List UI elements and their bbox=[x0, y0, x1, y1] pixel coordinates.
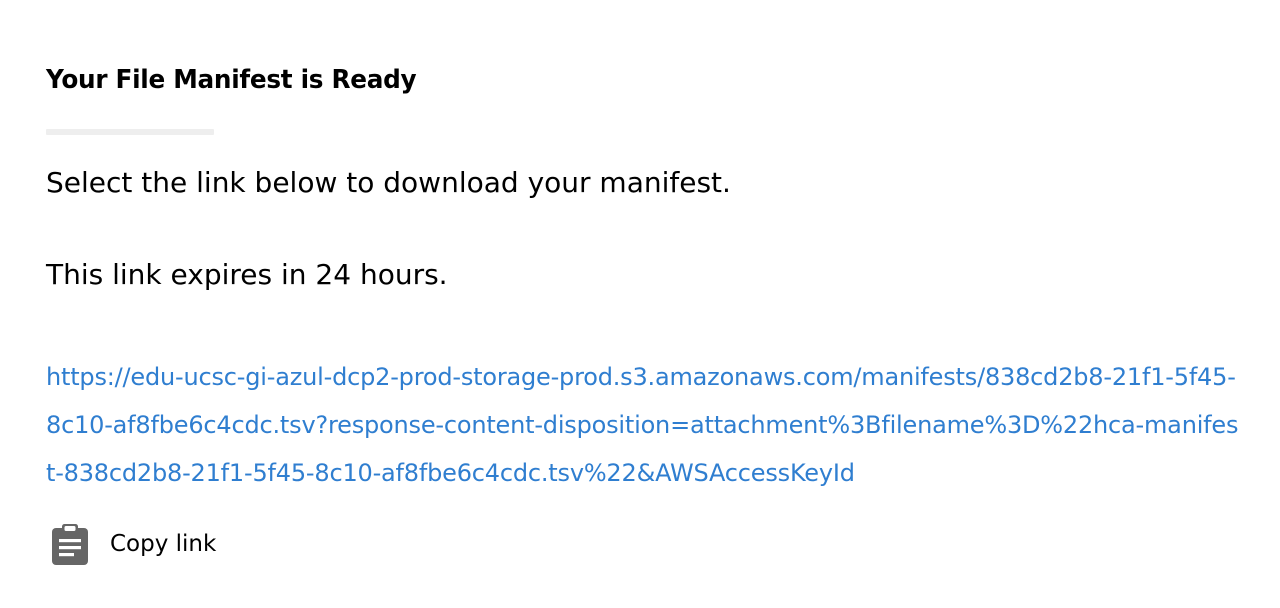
title-divider bbox=[46, 129, 214, 135]
page-title: Your File Manifest is Ready bbox=[46, 65, 417, 95]
copy-link-label: Copy link bbox=[110, 531, 217, 557]
manifest-download-link[interactable]: https://edu-ucsc-gi-azul-dcp2-prod-stora… bbox=[46, 353, 1245, 497]
clipboard-icon bbox=[46, 518, 94, 570]
copy-link-button[interactable]: Copy link bbox=[46, 518, 216, 570]
expiry-notice: This link expires in 24 hours. bbox=[46, 258, 448, 291]
instruction-text: Select the link below to download your m… bbox=[46, 166, 731, 199]
